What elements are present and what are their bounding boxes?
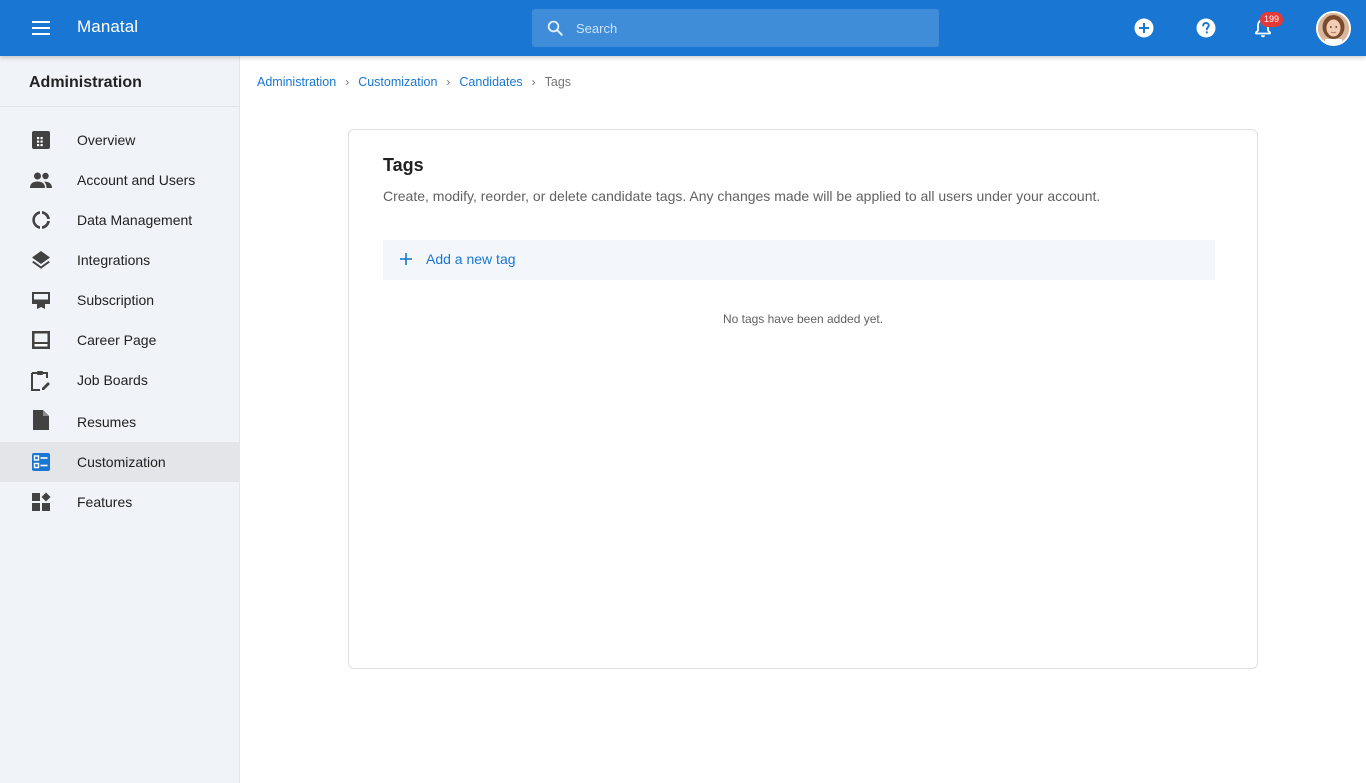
sidebar-item-label: Resumes	[77, 414, 137, 430]
breadcrumb-link-candidates[interactable]: Candidates	[459, 75, 522, 89]
sidebar-item-customization[interactable]: Customization	[0, 442, 239, 482]
file-icon	[30, 409, 52, 431]
sidebar-item-label: Account and Users	[77, 172, 196, 188]
sidebar-item-label: Features	[77, 494, 133, 510]
page-description: Create, modify, reorder, or delete candi…	[383, 188, 1101, 204]
empty-state-message: No tags have been added yet.	[722, 312, 884, 326]
donut-icon	[30, 209, 52, 231]
customize-list-icon	[30, 451, 52, 473]
help-icon	[1196, 18, 1216, 38]
breadcrumb-current: Tags	[544, 75, 572, 89]
notification-badge: 199	[1260, 12, 1283, 27]
top-bar: Manatal 199	[0, 0, 1366, 56]
layers-icon	[30, 249, 52, 271]
plus-icon	[400, 253, 412, 265]
sidebar: Administration Overview Account and User…	[0, 56, 240, 783]
tags-card: Tags Create, modify, reorder, or delete …	[348, 129, 1258, 669]
card-membership-icon	[30, 289, 52, 311]
search-bar	[532, 9, 939, 47]
add-tag-button[interactable]: Add a new tag	[383, 240, 1215, 280]
people-icon	[30, 169, 52, 191]
chevron-right-icon: ›	[446, 75, 451, 89]
menu-button[interactable]	[22, 14, 60, 42]
add-circle-icon	[1134, 18, 1154, 38]
sidebar-item-label: Job Boards	[77, 372, 148, 388]
avatar[interactable]	[1316, 11, 1351, 46]
help-button[interactable]	[1194, 16, 1218, 40]
search-input[interactable]	[576, 9, 931, 47]
widgets-icon	[30, 491, 52, 513]
sidebar-item-label: Subscription	[77, 292, 155, 308]
sidebar-item-subscription[interactable]: Subscription	[0, 280, 239, 320]
sidebar-item-label: Customization	[77, 454, 166, 470]
sidebar-item-overview[interactable]: Overview	[0, 120, 239, 160]
sidebar-divider	[0, 106, 239, 107]
clipboard-edit-icon	[30, 369, 52, 391]
sidebar-item-integrations[interactable]: Integrations	[0, 240, 239, 280]
sidebar-item-data-management[interactable]: Data Management	[0, 200, 239, 240]
search-icon	[547, 20, 563, 36]
sidebar-title: Administration	[29, 74, 142, 91]
menu-icon	[32, 21, 50, 35]
breadcrumb-link-customization[interactable]: Customization	[358, 75, 437, 89]
sidebar-item-features[interactable]: Features	[0, 482, 239, 522]
sidebar-item-career-page[interactable]: Career Page	[0, 320, 239, 360]
sidebar-item-job-boards[interactable]: Job Boards	[0, 360, 239, 400]
sidebar-item-resumes[interactable]: Resumes	[0, 400, 239, 442]
sidebar-nav: Overview Account and Users Data Manageme…	[0, 120, 239, 522]
dashboard-icon	[30, 129, 52, 151]
chevron-right-icon: ›	[345, 75, 350, 89]
app-title[interactable]: Manatal	[77, 17, 138, 37]
add-tag-label: Add a new tag	[426, 251, 516, 267]
page-title: Tags	[383, 155, 424, 175]
add-button[interactable]	[1132, 16, 1156, 40]
web-page-icon	[30, 329, 52, 351]
breadcrumb-link-administration[interactable]: Administration	[257, 75, 336, 89]
sidebar-item-label: Data Management	[77, 212, 193, 228]
sidebar-item-label: Career Page	[77, 332, 157, 348]
sidebar-item-label: Overview	[77, 132, 136, 148]
user-avatar-icon	[1318, 13, 1349, 44]
chevron-right-icon: ›	[531, 75, 536, 89]
sidebar-item-label: Integrations	[77, 252, 151, 268]
sidebar-item-account-and-users[interactable]: Account and Users	[0, 160, 239, 200]
breadcrumb: Administration › Customization › Candida…	[257, 74, 571, 90]
